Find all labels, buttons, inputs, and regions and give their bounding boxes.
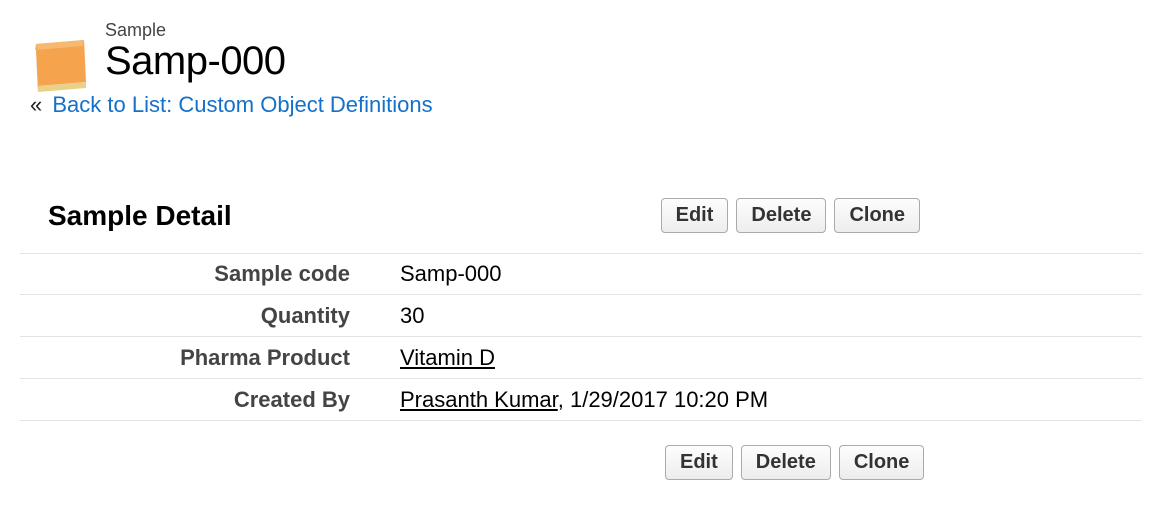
field-row-pharma-product: Pharma Product Vitamin D: [20, 337, 1142, 379]
clone-button[interactable]: Clone: [834, 198, 920, 233]
pharma-product-link[interactable]: Vitamin D: [400, 345, 495, 370]
edit-button[interactable]: Edit: [665, 445, 733, 480]
clone-button[interactable]: Clone: [839, 445, 925, 480]
field-value: Vitamin D: [380, 345, 1142, 371]
section-title: Sample Detail: [48, 200, 232, 232]
field-value: 30: [380, 303, 1142, 329]
detail-section: Sample Detail Edit Delete Clone Sample c…: [20, 198, 1142, 480]
bottom-button-group: Edit Delete Clone: [665, 445, 1142, 480]
delete-button[interactable]: Delete: [741, 445, 831, 480]
field-label: Sample code: [20, 261, 380, 287]
delete-button[interactable]: Delete: [736, 198, 826, 233]
object-type-label: Sample: [105, 20, 1162, 41]
field-label: Pharma Product: [20, 345, 380, 371]
field-value: Prasanth Kumar, 1/29/2017 10:20 PM: [380, 387, 1142, 413]
field-row-quantity: Quantity 30: [20, 295, 1142, 337]
field-label: Quantity: [20, 303, 380, 329]
edit-button[interactable]: Edit: [661, 198, 729, 233]
breadcrumb: « Back to List: Custom Object Definition…: [30, 92, 1162, 118]
field-row-sample-code: Sample code Samp-000: [20, 253, 1142, 295]
created-by-user-link[interactable]: Prasanth Kumar: [400, 387, 558, 412]
field-row-created-by: Created By Prasanth Kumar, 1/29/2017 10:…: [20, 379, 1142, 421]
back-to-list-link[interactable]: Back to List: Custom Object Definitions: [52, 92, 432, 117]
field-table: Sample code Samp-000 Quantity 30 Pharma …: [20, 253, 1142, 421]
sample-object-icon: [30, 38, 90, 96]
record-name: Samp-000: [105, 39, 1162, 84]
created-by-timestamp: , 1/29/2017 10:20 PM: [558, 387, 768, 412]
field-label: Created By: [20, 387, 380, 413]
field-value: Samp-000: [380, 261, 1142, 287]
page-header: Sample Samp-000: [0, 0, 1162, 84]
top-button-group: Edit Delete Clone: [661, 198, 920, 233]
